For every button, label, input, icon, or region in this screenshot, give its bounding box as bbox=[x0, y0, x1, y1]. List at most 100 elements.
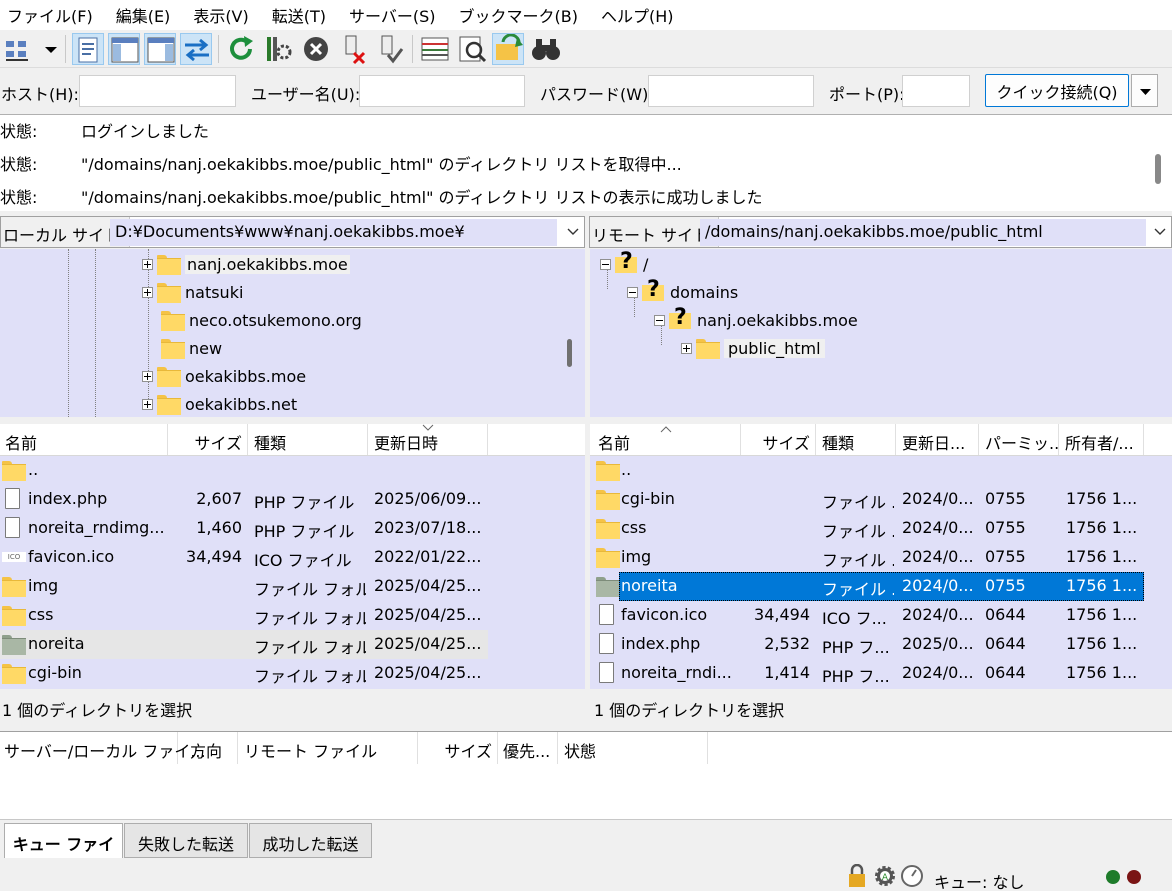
tree-item[interactable]: ? domains bbox=[627, 277, 738, 305]
folder-icon bbox=[596, 518, 620, 539]
dropdown-arrow-icon[interactable] bbox=[35, 33, 59, 65]
disconnect-icon[interactable] bbox=[338, 33, 370, 65]
password-input[interactable] bbox=[648, 75, 814, 107]
table-row[interactable]: noreita ファイル フォル... 2025/04/25... bbox=[0, 630, 488, 659]
menu-file[interactable]: ファイル(F) bbox=[0, 3, 93, 27]
table-row[interactable]: favicon.ico 34,494 ICO フ... 2024/0... 06… bbox=[590, 601, 1172, 630]
refresh-icon[interactable] bbox=[225, 33, 257, 65]
table-row[interactable]: noreita_rndimg... 1,460 PHP ファイル 2023/07… bbox=[0, 514, 585, 543]
table-row[interactable]: css ファイル ... 2024/0... 0755 1756 1... bbox=[590, 514, 1172, 543]
queue-column-status[interactable]: 状態 bbox=[558, 732, 708, 764]
queue-column-priority[interactable]: 優先... bbox=[498, 732, 558, 764]
column-permissions[interactable]: パーミッ... bbox=[979, 424, 1059, 455]
cancel-icon[interactable] bbox=[300, 33, 332, 65]
column-size[interactable]: サイズ bbox=[168, 424, 248, 455]
tree-scrollbar[interactable] bbox=[567, 339, 572, 367]
table-row[interactable]: index.php 2,607 PHP ファイル 2025/06/09... bbox=[0, 485, 585, 514]
queue-column-size[interactable]: サイズ bbox=[418, 732, 498, 764]
table-row[interactable]: index.php 2,532 PHP フ... 2025/0... 0644 … bbox=[590, 630, 1172, 659]
process-queue-icon[interactable] bbox=[261, 33, 293, 65]
menu-bar: ファイル(F) 編集(E) 表示(V) 転送(T) サーバー(S) ブックマーク… bbox=[0, 0, 1172, 30]
tree-item[interactable]: oekakibbs.moe bbox=[142, 363, 306, 389]
queue-column-remote[interactable]: リモート ファイル bbox=[238, 732, 418, 764]
toggle-local-tree-icon[interactable] bbox=[108, 33, 140, 65]
table-row[interactable]: css ファイル フォル... 2025/04/25... bbox=[0, 601, 585, 630]
menu-edit[interactable]: 編集(E) bbox=[109, 3, 171, 27]
table-row-selected[interactable]: noreita ファイル ... 2024/0... 0755 1756 1..… bbox=[590, 572, 1172, 601]
chevron-down-icon[interactable] bbox=[565, 223, 581, 239]
tab-queued-files[interactable]: キュー ファイル bbox=[4, 823, 123, 878]
tree-item[interactable]: neco.otsukemono.org bbox=[157, 307, 362, 333]
expand-icon[interactable] bbox=[681, 342, 692, 354]
folder-icon bbox=[596, 547, 620, 568]
collapse-icon[interactable] bbox=[600, 258, 611, 270]
file-icon bbox=[599, 604, 614, 625]
table-row[interactable]: ICO favicon.ico 34,494 ICO ファイル 2022/01/… bbox=[0, 543, 585, 572]
log-scrollbar[interactable] bbox=[1155, 154, 1161, 184]
column-type[interactable]: 種類 bbox=[816, 424, 896, 455]
tree-item[interactable]: ? nanj.oekakibbs.moe bbox=[654, 305, 858, 333]
expand-icon[interactable] bbox=[142, 398, 153, 410]
column-type[interactable]: 種類 bbox=[248, 424, 368, 455]
remote-site-bar: リモート サイト: /domains/nanj.oekakibbs.moe/pu… bbox=[589, 216, 1172, 248]
queue-column-direction[interactable]: 方向 bbox=[178, 732, 238, 764]
port-input[interactable] bbox=[902, 75, 970, 107]
collapse-icon[interactable] bbox=[627, 286, 638, 298]
menu-server[interactable]: サーバー(S) bbox=[342, 3, 435, 27]
table-row[interactable]: .. bbox=[590, 456, 1172, 485]
toggle-queue-icon[interactable] bbox=[180, 33, 212, 65]
column-name[interactable]: 名前 bbox=[0, 424, 168, 455]
menu-transfer[interactable]: 転送(T) bbox=[265, 3, 326, 27]
folder-icon bbox=[696, 338, 720, 359]
sort-desc-icon bbox=[422, 424, 434, 431]
tree-item[interactable]: nanj.oekakibbs.moe bbox=[142, 251, 350, 277]
menu-help[interactable]: ヘルプ(H) bbox=[594, 3, 674, 27]
local-site-bar: ローカル サイト: D:¥Documents¥www¥nanj.oekakibb… bbox=[0, 216, 585, 248]
column-owner[interactable]: 所有者/... bbox=[1059, 424, 1144, 455]
quickconnect-button[interactable]: クイック接続(Q) bbox=[985, 74, 1129, 107]
folder-icon bbox=[2, 634, 26, 655]
remote-path-input[interactable]: /domains/nanj.oekakibbs.moe/public_html bbox=[700, 219, 1146, 246]
chevron-down-icon[interactable] bbox=[1152, 223, 1168, 239]
menu-view[interactable]: 表示(V) bbox=[186, 3, 248, 27]
folder-icon bbox=[161, 310, 185, 331]
tree-item[interactable]: public_html bbox=[681, 335, 825, 361]
speed-limit-icon bbox=[901, 865, 923, 887]
reconnect-icon[interactable] bbox=[374, 33, 406, 65]
directory-filter-icon[interactable] bbox=[419, 33, 451, 65]
expand-icon[interactable] bbox=[142, 286, 153, 298]
folder-icon bbox=[157, 394, 181, 415]
username-input[interactable] bbox=[359, 75, 525, 107]
username-label: ユーザー名(U): bbox=[251, 85, 361, 104]
column-modified[interactable]: 更新日... bbox=[896, 424, 979, 455]
column-size[interactable]: サイズ bbox=[741, 424, 816, 455]
tree-item[interactable]: ? / bbox=[600, 249, 648, 277]
quickconnect-dropdown[interactable] bbox=[1131, 74, 1158, 107]
menu-bookmarks[interactable]: ブックマーク(B) bbox=[452, 3, 578, 27]
local-path-input[interactable]: D:¥Documents¥www¥nanj.oekakibbs.moe¥ bbox=[110, 219, 557, 246]
tab-failed-transfers[interactable]: 失敗した転送 bbox=[124, 823, 248, 858]
toggle-remote-tree-icon[interactable] bbox=[144, 33, 176, 65]
collapse-icon[interactable] bbox=[654, 314, 665, 326]
host-input[interactable] bbox=[79, 75, 236, 107]
compare-icon[interactable] bbox=[456, 33, 488, 65]
unknown-folder-icon: ? bbox=[615, 249, 637, 277]
table-row[interactable]: img ファイル フォル... 2025/04/25... bbox=[0, 572, 585, 601]
expand-icon[interactable] bbox=[142, 370, 153, 382]
sync-browse-icon[interactable] bbox=[492, 33, 524, 65]
table-row[interactable]: cgi-bin ファイル フォル... 2025/04/25... bbox=[0, 659, 585, 688]
tab-successful-transfers[interactable]: 成功した転送 bbox=[249, 823, 372, 858]
search-icon[interactable] bbox=[530, 33, 562, 65]
site-manager-icon[interactable] bbox=[3, 33, 35, 65]
tree-item[interactable]: new bbox=[157, 335, 222, 361]
table-row[interactable]: noreita_rndi... 1,414 PHP フ... 2024/0...… bbox=[590, 659, 1172, 688]
table-row[interactable]: .. bbox=[0, 456, 585, 485]
queue-column-local[interactable]: サーバー/ローカル ファイ... bbox=[0, 732, 206, 764]
table-row[interactable]: cgi-bin ファイル ... 2024/0... 0755 1756 1..… bbox=[590, 485, 1172, 514]
expand-icon[interactable] bbox=[142, 258, 153, 270]
tree-item[interactable]: natsuki bbox=[142, 279, 243, 305]
table-row[interactable]: img ファイル ... 2024/0... 0755 1756 1... bbox=[590, 543, 1172, 572]
toggle-log-icon[interactable] bbox=[72, 33, 104, 65]
tree-item[interactable]: oekakibbs.net bbox=[142, 391, 297, 417]
local-tree: nanj.oekakibbs.moe natsuki neco.otsukemo… bbox=[0, 249, 585, 417]
